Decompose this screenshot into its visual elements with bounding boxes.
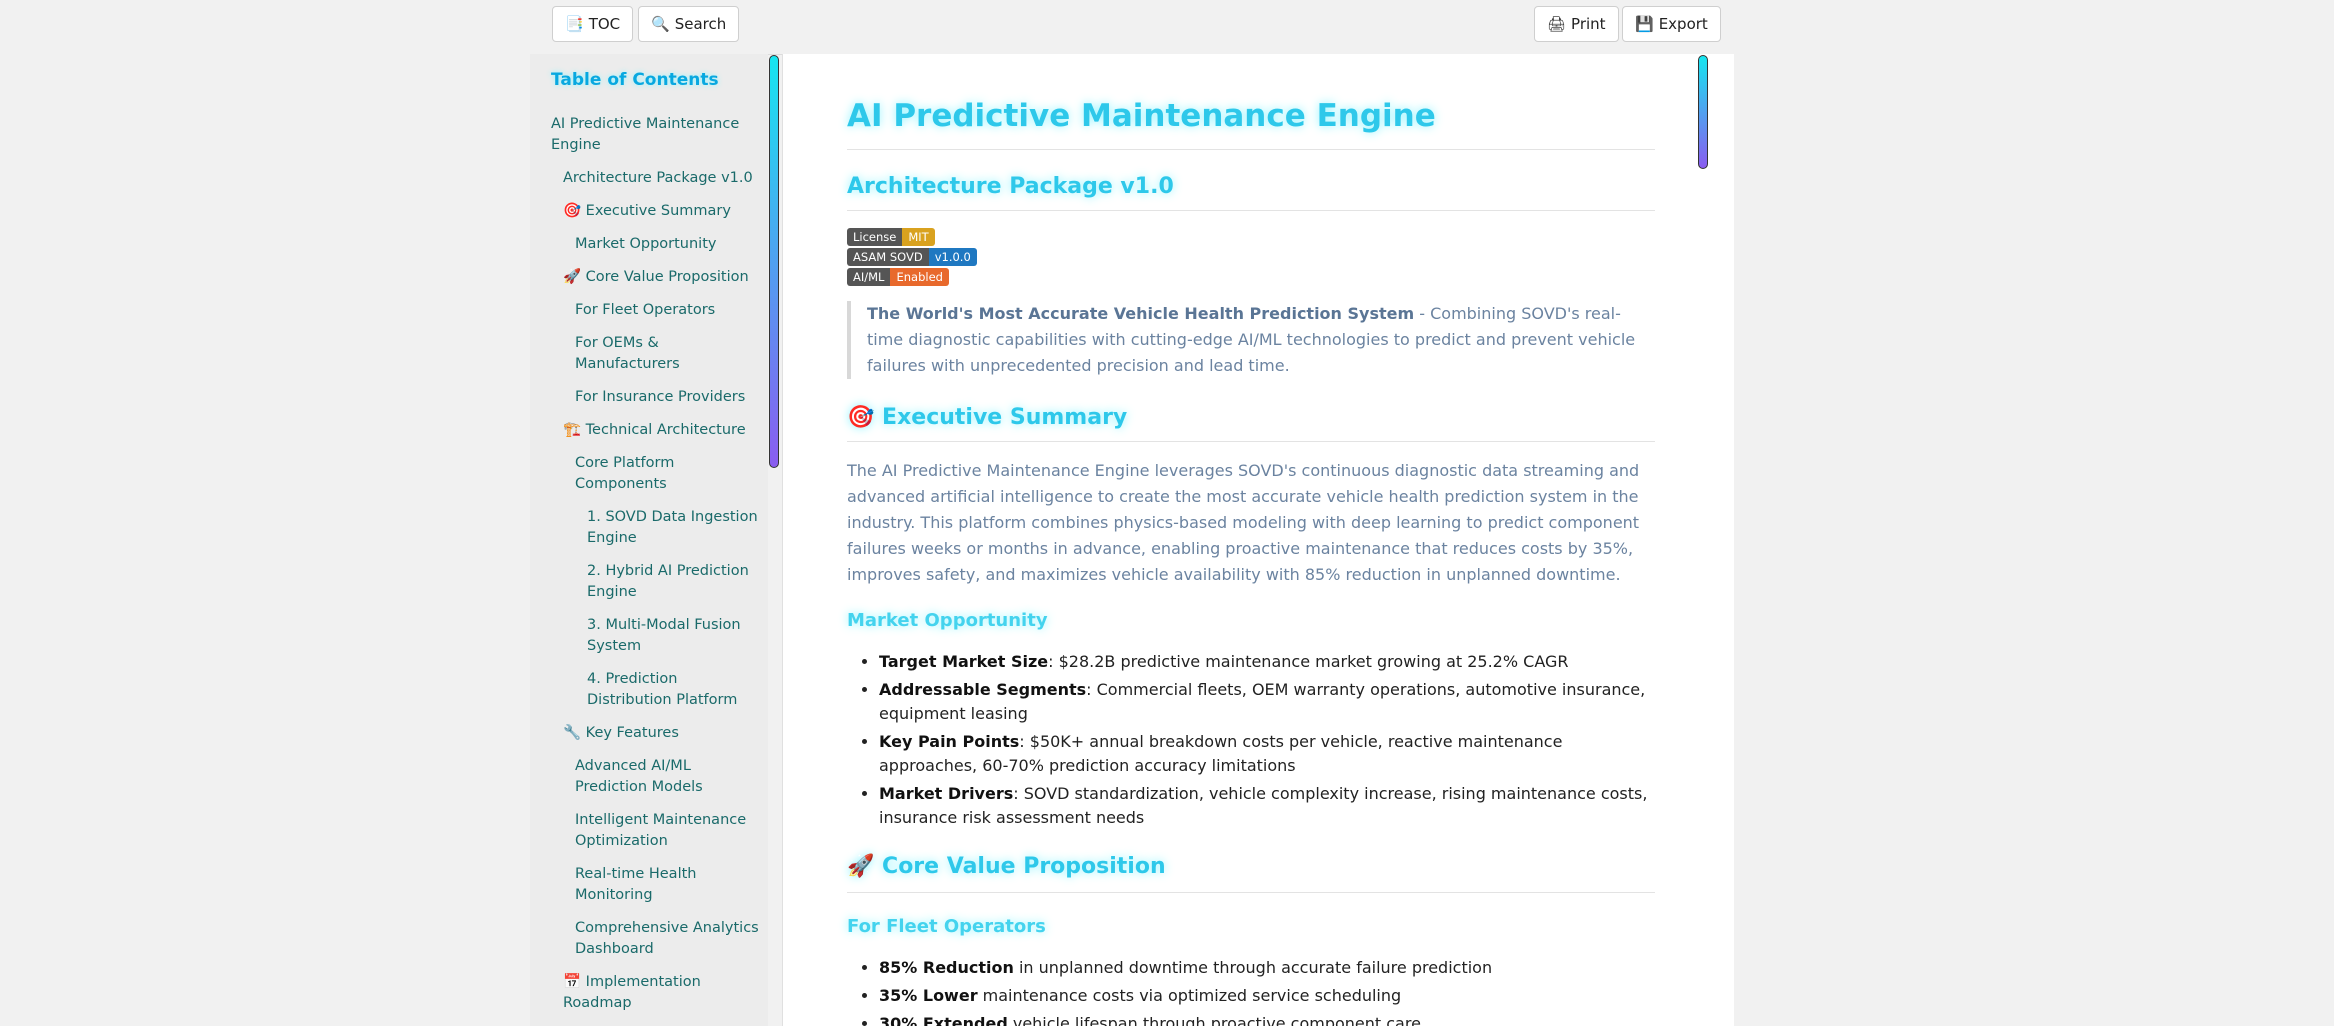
list-item-text: vehicle lifespan through proactive compo… [1007,1014,1421,1026]
value-proposition-heading: 🚀 Core Value Proposition [847,854,1166,879]
document-icon: 📑 [565,15,584,33]
list-item-bold: Addressable Segments [879,680,1087,699]
toc-item[interactable]: 2. Hybrid AI Prediction Engine [551,561,761,603]
sovd-badge: ASAM SOVD v1.0.0 [847,248,977,266]
divider [847,149,1655,150]
list-item: Target Market Size: $28.2B predictive ma… [879,650,1655,674]
list-item-bold: Key Pain Points [879,732,1020,751]
toc-item[interactable]: Market Opportunity [551,234,761,255]
list-item-text: : $28.2B predictive maintenance market g… [1048,652,1569,671]
divider [847,441,1655,442]
document-content: AI Predictive Maintenance Engine Archite… [782,54,1734,1026]
list-item-bold: 30% Extended [879,1014,1008,1026]
search-button[interactable]: 🔍 Search [638,6,740,42]
toc-button-label: TOC [588,15,621,33]
floppy-disk-icon: 💾 [1635,15,1654,33]
divider [847,210,1655,211]
list-item-bold: Market Drivers [879,784,1014,803]
toc-title: Table of Contents [551,70,719,90]
badge-key: License [847,228,903,246]
license-badge: License MIT [847,228,935,246]
badge-value: MIT [902,228,935,246]
exec-summary-heading: 🎯 Executive Summary [847,405,1128,430]
search-icon: 🔍 [651,15,670,33]
toc-item[interactable]: 🚀 Core Value Proposition [551,267,761,288]
badge-key: AI/ML [847,268,891,286]
print-button-label: Print [1571,15,1606,33]
subtitle-heading: Architecture Package v1.0 [847,174,1174,199]
list-item-bold: 35% Lower [879,986,978,1005]
toc-item[interactable]: 🏗️ Technical Architecture [551,420,761,441]
list-item: Addressable Segments: Commercial fleets,… [879,678,1655,726]
toc-item[interactable]: For OEMs & Manufacturers [551,333,761,375]
list-item: Key Pain Points: $50K+ annual breakdown … [879,730,1655,778]
market-list: Target Market Size: $28.2B predictive ma… [847,650,1655,834]
toc-item[interactable]: AI Predictive Maintenance Engine [551,114,761,156]
badge-value: v1.0.0 [928,248,977,266]
badge-value: Enabled [890,268,949,286]
list-item: 30% Extended vehicle lifespan through pr… [879,1012,1655,1026]
toolbar: 📑 TOC 🔍 Search 🖨 Print 💾 Export [530,0,1733,55]
search-button-label: Search [674,15,727,33]
list-item-text: maintenance costs via optimized service … [977,986,1402,1005]
exec-summary-paragraph: The AI Predictive Maintenance Engine lev… [847,461,1640,584]
toc-item[interactable]: 3. Multi-Modal Fusion System [551,615,761,657]
toc-item[interactable]: Comprehensive Analytics Dashboard [551,918,761,960]
list-item: 35% Lower maintenance costs via optimize… [879,984,1655,1008]
toc-item[interactable]: Core Platform Components [551,453,761,495]
toc-list: AI Predictive Maintenance Engine Architec… [551,114,761,1026]
toc-item[interactable]: Real-time Health Monitoring [551,864,761,906]
list-item: Market Drivers: SOVD standardization, ve… [879,782,1655,830]
toc-item[interactable]: 🎯 Executive Summary [551,201,761,222]
divider [847,892,1655,893]
app-shell: 📑 TOC 🔍 Search 🖨 Print 💾 Export Table of… [530,0,1734,1026]
fleet-operators-heading: For Fleet Operators [847,916,1046,937]
badge-key: ASAM SOVD [847,248,929,266]
print-button[interactable]: 🖨 Print [1534,6,1619,42]
export-button-label: Export [1658,15,1708,33]
toc-item[interactable]: 📅 Implementation Roadmap [551,972,761,1014]
list-item-bold: Target Market Size [879,652,1049,671]
market-opportunity-heading: Market Opportunity [847,610,1048,631]
toc-item[interactable]: For Fleet Operators [551,300,761,321]
list-item-bold: 85% Reduction [879,958,1014,977]
list-item: 85% Reduction in unplanned downtime thro… [879,956,1655,980]
toc-item[interactable]: For Insurance Providers [551,387,761,408]
toc-button[interactable]: 📑 TOC [552,6,634,42]
summary-blockquote: The World's Most Accurate Vehicle Health… [847,301,1655,379]
toc-item[interactable]: 1. SOVD Data Ingestion Engine [551,507,761,549]
export-button[interactable]: 💾 Export [1622,6,1721,42]
sidebar-scrollbar-thumb[interactable] [769,55,779,468]
quote-bold: The World's Most Accurate Vehicle Health… [867,304,1415,323]
page-title: AI Predictive Maintenance Engine [847,98,1436,134]
toc-item[interactable]: Intelligent Maintenance Optimization [551,810,761,852]
content-scrollbar-thumb[interactable] [1698,55,1708,169]
list-item-text: in unplanned downtime through accurate f… [1013,958,1493,977]
fleet-list: 85% Reduction in unplanned downtime thro… [847,956,1655,1026]
toc-item[interactable]: Architecture Package v1.0 [551,168,761,189]
aiml-badge: AI/ML Enabled [847,268,949,286]
toc-sidebar: Table of Contents AI Predictive Maintena… [530,54,768,1026]
printer-icon: 🖨 [1547,15,1567,33]
toc-item[interactable]: 🔧 Key Features [551,723,761,744]
toc-item[interactable]: Advanced AI/ML Prediction Models [551,756,761,798]
toc-item[interactable]: 4. Prediction Distribution Platform [551,669,761,711]
